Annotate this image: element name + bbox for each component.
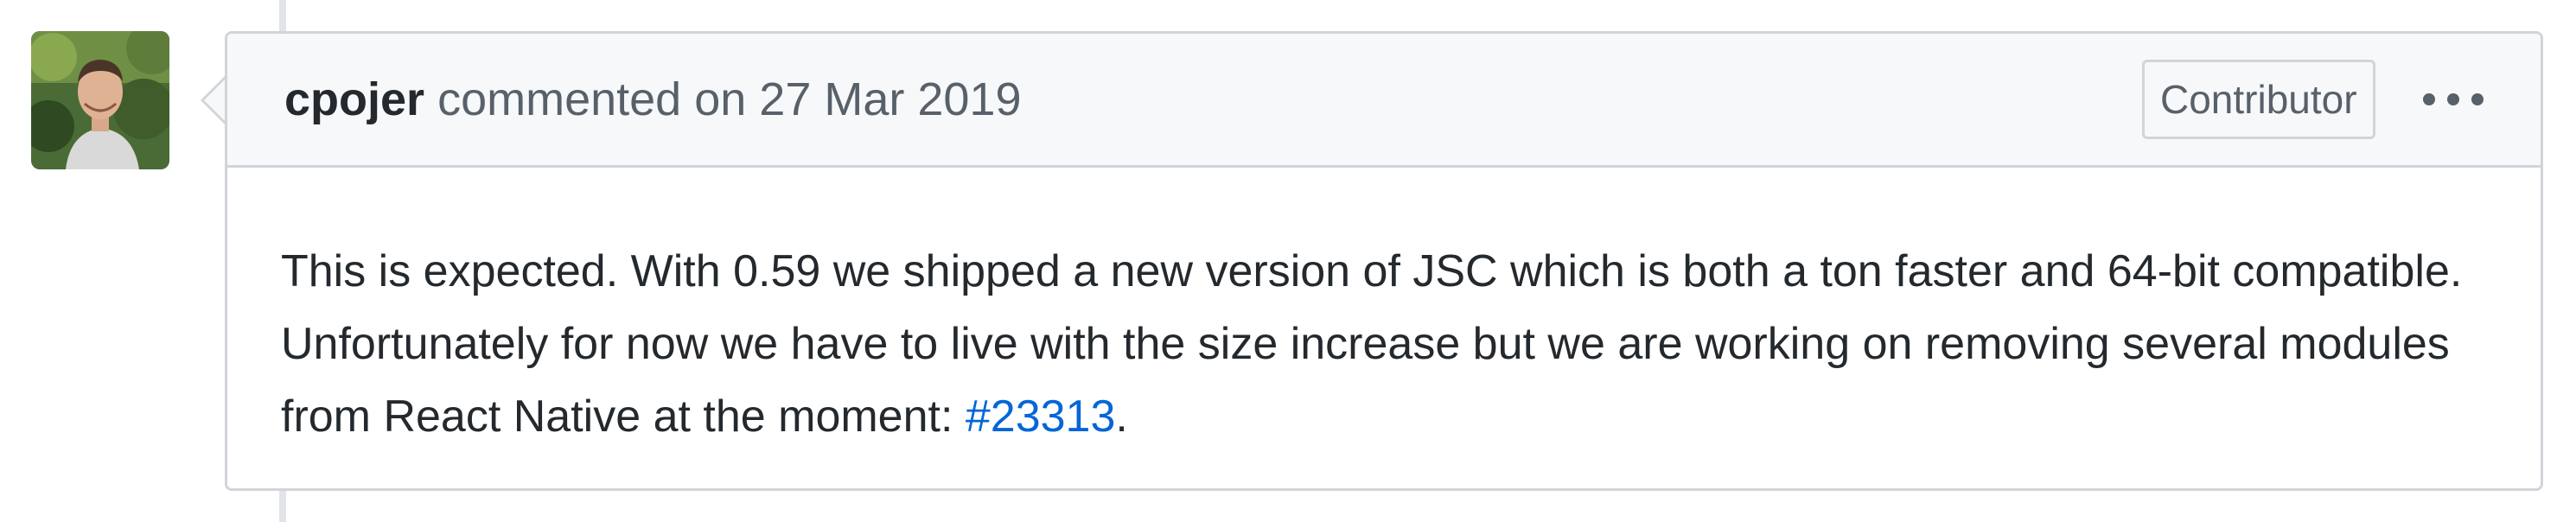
kebab-dot [2447,93,2459,105]
kebab-dot [2471,93,2484,105]
comment-box: cpojer commented on 27 Mar 2019 Contribu… [225,31,2543,491]
comment-header: cpojer commented on 27 Mar 2019 Contribu… [227,34,2541,168]
comment-paragraph: This is expected. With 0.59 we shipped a… [281,235,2494,453]
comment-meta: cpojer commented on 27 Mar 2019 [284,72,1022,127]
comment-pointer-fill [204,77,227,124]
kebab-dot [2423,93,2435,105]
comment-body: This is expected. With 0.59 we shipped a… [281,235,2494,453]
comment-body-trailing: . [1115,392,1128,442]
kebab-menu-icon[interactable] [2423,82,2484,117]
comment-action: commented on [437,73,747,125]
comment-author[interactable]: cpojer [284,73,424,125]
avatar[interactable] [31,31,169,169]
comment-date[interactable]: 27 Mar 2019 [759,73,1021,125]
avatar-image [31,31,169,169]
issue-link[interactable]: #23313 [966,392,1116,442]
comment-body-text: This is expected. With 0.59 we shipped a… [281,246,2463,442]
contributor-badge: Contributor [2142,60,2375,139]
